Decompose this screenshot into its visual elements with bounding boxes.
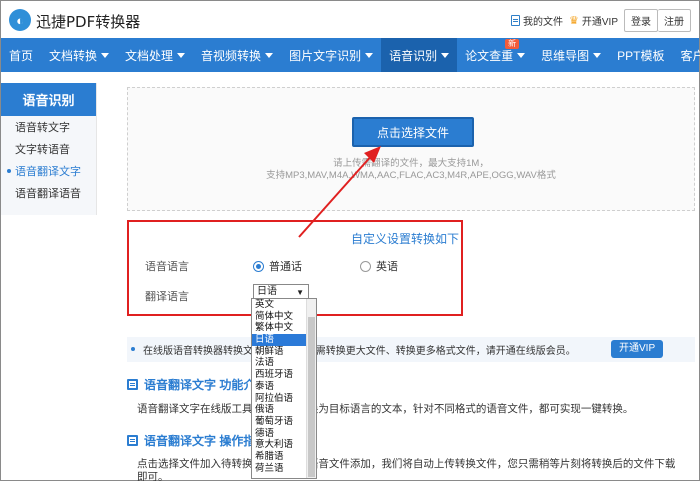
dropdown-option[interactable]: 阿拉伯语 xyxy=(252,393,308,405)
document-icon xyxy=(127,379,138,390)
dropdown-option[interactable]: 希腊语 xyxy=(252,451,308,463)
sidebar-item-speech-to-text[interactable]: 语音转文字 xyxy=(1,116,96,138)
section-heading-guide: 语音翻译文字 操作指南 xyxy=(127,432,267,449)
my-files-link[interactable]: 我的文件 xyxy=(511,13,563,28)
upload-area[interactable]: 点击选择文件 请上传需翻译的文件，最大支持1M， 支持MP3,MAV,M4A,W… xyxy=(127,87,695,211)
scrollbar-thumb[interactable] xyxy=(308,317,315,477)
brand-name[interactable]: 迅捷PDF转换器 xyxy=(36,11,140,32)
bullet-icon xyxy=(131,347,135,351)
file-icon xyxy=(511,15,520,26)
custom-settings-link[interactable]: 自定义设置转换如下 xyxy=(351,230,459,247)
nav-item-speech[interactable]: 语音识别 xyxy=(381,38,458,72)
top-links: 我的文件 ♛ 开通VIP 登录 注册 xyxy=(511,9,691,32)
dropdown-option[interactable]: 英文 xyxy=(252,299,308,311)
nav-label: 论文查重 xyxy=(465,48,514,63)
nav-item-plagiarism[interactable]: 论文查重新 xyxy=(457,38,533,72)
nav-label: 客户端 xyxy=(680,48,700,63)
dropdown-items: 英文 简体中文 繁体中文 日语 朝鲜语 法语 西班牙语 泰语 阿拉伯语 俄语 葡… xyxy=(252,299,308,474)
dropdown-scrollbar[interactable] xyxy=(306,299,316,478)
dropdown-option[interactable]: 繁体中文 xyxy=(252,322,308,334)
dropdown-option[interactable]: 泰语 xyxy=(252,381,308,393)
upload-hint-formats: 支持MP3,MAV,M4A,WMA,AAC,FLAC,AC3,M4R,APE,O… xyxy=(266,170,556,181)
section-guide-text-cont: 即可。 xyxy=(137,471,169,481)
register-button[interactable]: 注册 xyxy=(658,9,691,32)
sidebar-item-speech-translate-text[interactable]: 语音翻译文字 xyxy=(1,160,96,182)
guide-icon xyxy=(127,435,138,446)
chevron-down-icon xyxy=(365,52,374,58)
radio-mandarin[interactable]: 普通话 xyxy=(253,258,302,274)
nav-item-doc-process[interactable]: 文档处理 xyxy=(117,38,193,72)
chevron-down-icon xyxy=(265,52,274,58)
section-intro-text: 语音翻译文字在线版工具， 音文件转换为目标语言的文本，针对不同格式的语音文件，都… xyxy=(137,403,634,415)
sidebar-item-speech-translate-speech[interactable]: 语音翻译语音 xyxy=(1,182,96,204)
nav-label: PPT模板 xyxy=(617,48,665,63)
dropdown-option[interactable]: 朝鲜语 xyxy=(252,346,308,358)
chevron-down-icon xyxy=(101,52,110,58)
dropdown-option[interactable]: 荷兰语 xyxy=(252,463,308,475)
nav-item-home[interactable]: 首页 xyxy=(1,38,41,72)
sidebar: 语音识别 语音转文字 文字转语音 语音翻译文字 语音翻译语音 xyxy=(1,83,97,215)
sidebar-title: 语音识别 xyxy=(1,83,96,116)
dropdown-option-selected[interactable]: 日语 xyxy=(252,334,308,346)
new-badge: 新 xyxy=(505,39,520,49)
nav-item-ppt[interactable]: PPT模板 xyxy=(609,38,672,72)
chevron-down-icon xyxy=(517,52,526,58)
radio-english[interactable]: 英语 xyxy=(360,258,398,274)
translate-language-label: 翻译语言 xyxy=(145,291,189,303)
chevron-down-icon xyxy=(177,52,186,58)
nav-label: 图片文字识别 xyxy=(289,48,362,63)
notice-bar: 在线版语音转换器转换文件 的文件，如需转换更大文件、转换更多格式文件，请开通在线… xyxy=(127,337,695,362)
nav-item-av-convert[interactable]: 音视频转换 xyxy=(193,38,281,72)
nav-label: 首页 xyxy=(9,48,34,63)
nav-label: 音视频转换 xyxy=(201,48,262,63)
vip-link[interactable]: ♛ 开通VIP xyxy=(569,13,618,28)
brand-logo-icon[interactable]: ◐ xyxy=(9,9,31,31)
chevron-down-icon xyxy=(441,52,450,58)
language-dropdown-list[interactable]: 英文 简体中文 繁体中文 日语 朝鲜语 法语 西班牙语 泰语 阿拉伯语 俄语 葡… xyxy=(251,298,317,479)
vip-label: 开通VIP xyxy=(581,17,618,28)
section-title: 语音翻译文字 操作指南 xyxy=(144,434,268,448)
radio-label: 英语 xyxy=(376,261,398,273)
section-title: 语音翻译文字 功能介绍 xyxy=(144,378,268,392)
nav-label: 文档处理 xyxy=(125,48,174,63)
radio-unchecked-icon xyxy=(360,260,371,272)
dropdown-option[interactable]: 葡萄牙语 xyxy=(252,416,308,428)
dropdown-option[interactable]: 德语 xyxy=(252,428,308,440)
nav-label: 思维导图 xyxy=(541,48,590,63)
dropdown-option[interactable]: 俄语 xyxy=(252,404,308,416)
select-value: 日语 xyxy=(257,286,277,297)
section-guide-text: 点击选择文件加入待转换的 直接拖动语音文件添加，我们将自动上传转换文件，您只需稍… xyxy=(137,458,676,470)
nav-label: 语音识别 xyxy=(389,48,438,63)
crown-icon: ♛ xyxy=(569,15,579,27)
radio-label: 普通话 xyxy=(269,261,302,273)
chevron-down-icon xyxy=(593,52,602,58)
nav-item-ocr[interactable]: 图片文字识别 xyxy=(281,38,381,72)
login-button[interactable]: 登录 xyxy=(624,9,658,32)
section-heading-intro: 语音翻译文字 功能介绍 xyxy=(127,376,267,393)
dropdown-option[interactable]: 意大利语 xyxy=(252,439,308,451)
main-nav: 首页 文档转换 文档处理 音视频转换 图片文字识别 语音识别 论文查重新 思维导… xyxy=(1,38,700,72)
open-vip-button[interactable]: 开通VIP xyxy=(611,340,664,358)
dropdown-option[interactable]: 西班牙语 xyxy=(252,369,308,381)
nav-label: 文档转换 xyxy=(49,48,98,63)
dropdown-option[interactable]: 法语 xyxy=(252,357,308,369)
nav-item-doc-convert[interactable]: 文档转换 xyxy=(41,38,117,72)
nav-item-mindmap[interactable]: 思维导图 xyxy=(533,38,609,72)
top-bar: ◐ 迅捷PDF转换器 我的文件 ♛ 开通VIP 登录 注册 xyxy=(1,1,699,38)
radio-checked-icon xyxy=(253,260,264,272)
dropdown-option[interactable]: 简体中文 xyxy=(252,311,308,323)
choose-file-button[interactable]: 点击选择文件 xyxy=(352,117,474,147)
notice-text: 在线版语音转换器转换文件 的文件，如需转换更大文件、转换更多格式文件，请开通在线… xyxy=(143,346,576,357)
sidebar-item-text-to-speech[interactable]: 文字转语音 xyxy=(1,138,96,160)
my-files-label: 我的文件 xyxy=(523,17,563,28)
nav-item-client[interactable]: 客户端 xyxy=(672,38,700,72)
speech-language-label: 语音语言 xyxy=(145,261,189,273)
